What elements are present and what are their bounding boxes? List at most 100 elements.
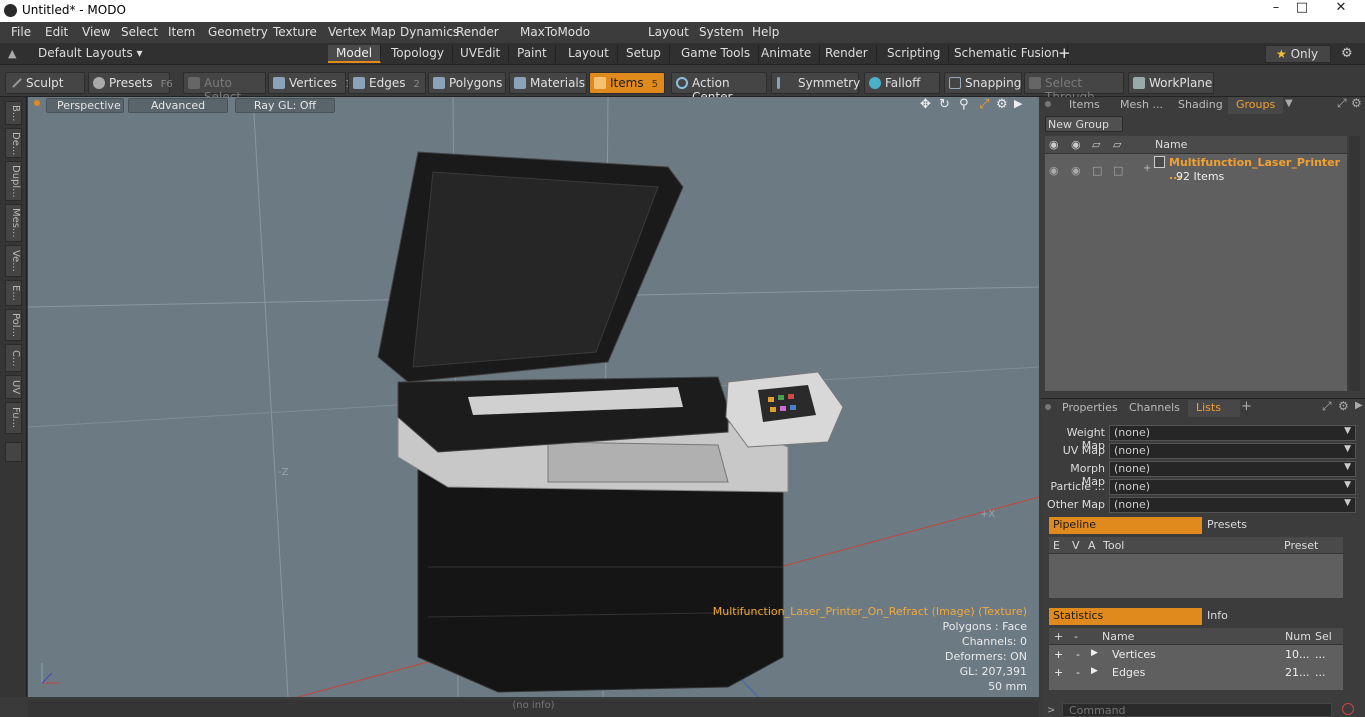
- left-tab-curve[interactable]: C...: [5, 344, 22, 372]
- menu-system[interactable]: System: [699, 25, 744, 39]
- tab-schematic-fusion[interactable]: Schematic Fusion: [946, 45, 1069, 63]
- expand-plus-icon[interactable]: +: [1143, 163, 1151, 174]
- row-remove-icon[interactable]: -: [1076, 648, 1080, 661]
- advanced-button[interactable]: Advanced: [128, 98, 228, 113]
- tab-render[interactable]: Render: [817, 45, 877, 63]
- tab-scripting[interactable]: Scripting: [879, 45, 950, 63]
- menu-help[interactable]: Help: [752, 25, 779, 39]
- name-column-header[interactable]: Name: [1155, 138, 1187, 151]
- expand-icon[interactable]: ⤢: [1337, 96, 1347, 111]
- menu-geometry[interactable]: Geometry: [208, 25, 268, 39]
- presets-tab[interactable]: Presets: [1207, 518, 1247, 531]
- left-tab-extra[interactable]: [5, 442, 22, 462]
- stat-col-sel[interactable]: Sel: [1315, 630, 1332, 643]
- menu-item[interactable]: Item: [168, 25, 195, 39]
- tab-channels[interactable]: Channels: [1121, 400, 1188, 417]
- groups-panel-dot-icon[interactable]: [1045, 101, 1051, 107]
- 3d-viewport[interactable]: Perspective Advanced Ray GL: Off ✥ ↻ ⚲ ⤢…: [28, 97, 1039, 697]
- items-button[interactable]: Items 5: [589, 72, 665, 94]
- props-panel-dot-icon[interactable]: [1045, 404, 1051, 410]
- pipe-col-v[interactable]: V: [1072, 539, 1080, 552]
- presets-button[interactable]: Presets F6: [88, 72, 173, 94]
- menu-edit[interactable]: Edit: [45, 25, 68, 39]
- tab-topology[interactable]: Topology: [383, 45, 453, 63]
- pipe-col-e[interactable]: E: [1053, 539, 1060, 552]
- row-expand-icon[interactable]: ▶: [1091, 666, 1098, 676]
- group-row[interactable]: ◉ ◉ □ □ + Multifunction_Laser_Printer ..…: [1045, 155, 1347, 185]
- fit-view-icon[interactable]: ⤢: [979, 97, 989, 112]
- rotate-view-icon[interactable]: ↻: [939, 97, 950, 112]
- stat-col-minus[interactable]: -: [1074, 630, 1078, 643]
- panel-gear-icon[interactable]: ⚙: [1351, 96, 1362, 110]
- row-select-icon[interactable]: □: [1113, 164, 1123, 177]
- particle-select[interactable]: (none) ▼: [1109, 479, 1356, 495]
- falloff-button[interactable]: Falloff: [864, 72, 940, 94]
- row-add-icon[interactable]: +: [1054, 648, 1063, 661]
- layout-arrow-icon[interactable]: ▲: [8, 47, 16, 60]
- props-gear-icon[interactable]: ⚙: [1338, 399, 1349, 413]
- pipe-col-tool[interactable]: Tool: [1103, 539, 1124, 552]
- menu-layout[interactable]: Layout: [648, 25, 689, 39]
- left-tab-duplicate[interactable]: Dupl...: [5, 161, 22, 201]
- menu-view[interactable]: View: [82, 25, 110, 39]
- edges-button[interactable]: Edges 2: [348, 72, 426, 94]
- default-layouts-dropdown[interactable]: Default Layouts ▾: [38, 46, 143, 60]
- sculpt-button[interactable]: Sculpt: [5, 72, 85, 94]
- info-tab[interactable]: Info: [1207, 609, 1228, 622]
- statistics-tab[interactable]: Statistics: [1049, 608, 1202, 625]
- tab-uvedit[interactable]: UVEdit: [452, 45, 510, 63]
- pipe-col-a[interactable]: A: [1088, 539, 1096, 552]
- snapping-button[interactable]: Snapping: [944, 72, 1022, 94]
- menu-maxtomodo[interactable]: MaxToModo: [520, 25, 590, 39]
- groups-scrollbar[interactable]: [1349, 136, 1360, 391]
- row-lock-icon[interactable]: □: [1092, 164, 1102, 177]
- tab-groups[interactable]: Groups: [1228, 97, 1284, 114]
- left-tab-polygon[interactable]: Pol...: [5, 309, 22, 341]
- uv-map-select[interactable]: (none) ▼: [1109, 443, 1356, 459]
- select-through-button[interactable]: Select Through: [1024, 72, 1124, 104]
- left-tab-uv[interactable]: UV: [5, 375, 22, 399]
- menu-texture[interactable]: Texture: [273, 25, 317, 39]
- left-tab-deform[interactable]: De...: [5, 128, 22, 158]
- add-tab-icon[interactable]: +: [1241, 399, 1252, 414]
- perspective-button[interactable]: Perspective: [46, 98, 124, 113]
- menu-render[interactable]: Render: [456, 25, 499, 39]
- row-remove-icon[interactable]: -: [1076, 666, 1080, 679]
- tab-animate[interactable]: Animate: [753, 45, 821, 63]
- row-eye-icon[interactable]: ◉: [1049, 164, 1059, 177]
- tab-items[interactable]: Items: [1061, 97, 1108, 114]
- menu-dynamics[interactable]: Dynamics: [400, 25, 459, 39]
- raygl-button[interactable]: Ray GL: Off: [235, 98, 335, 113]
- menu-vertex-map[interactable]: Vertex Map: [328, 25, 396, 39]
- pipe-col-preset[interactable]: Preset: [1284, 539, 1318, 552]
- left-tab-fusion[interactable]: Fu...: [5, 402, 22, 434]
- menu-file[interactable]: File: [11, 25, 31, 39]
- left-tab-vertex[interactable]: Ve...: [5, 245, 22, 277]
- stat-col-name[interactable]: Name: [1102, 630, 1134, 643]
- morph-map-select[interactable]: (none) ▼: [1109, 461, 1356, 477]
- stat-col-plus[interactable]: +: [1054, 630, 1063, 643]
- close-icon[interactable]: ✕: [1328, 0, 1354, 18]
- tab-properties[interactable]: Properties: [1054, 400, 1126, 417]
- props-expand-icon[interactable]: ⤢: [1322, 399, 1332, 414]
- tab-shading[interactable]: Shading: [1170, 97, 1231, 114]
- left-tab-edge[interactable]: E...: [5, 280, 22, 306]
- weight-map-select[interactable]: (none) ▼: [1109, 425, 1356, 441]
- command-input[interactable]: [1062, 703, 1332, 717]
- table-row[interactable]: + - ▶ Edges 21... ...: [1049, 664, 1343, 682]
- left-tab-mesh-edit[interactable]: Mes...: [5, 204, 22, 242]
- other-map-select[interactable]: (none) ▼: [1109, 497, 1356, 513]
- tab-lists[interactable]: Lists: [1188, 400, 1240, 417]
- minimize-icon[interactable]: –: [1263, 0, 1289, 18]
- vertices-button[interactable]: Vertices1: [268, 72, 351, 94]
- maximize-icon[interactable]: □: [1289, 0, 1315, 18]
- polygons-button[interactable]: Polygons: [428, 72, 506, 94]
- row-render-icon[interactable]: ◉: [1071, 164, 1081, 177]
- row-expand-icon[interactable]: ▶: [1091, 648, 1098, 658]
- materials-button[interactable]: Materials: [509, 72, 587, 94]
- tab-model[interactable]: Model: [328, 45, 382, 63]
- move-view-icon[interactable]: ✥: [920, 97, 931, 112]
- record-icon[interactable]: [1342, 703, 1354, 715]
- zoom-view-icon[interactable]: ⚲: [959, 97, 969, 112]
- row-add-icon[interactable]: +: [1054, 666, 1063, 679]
